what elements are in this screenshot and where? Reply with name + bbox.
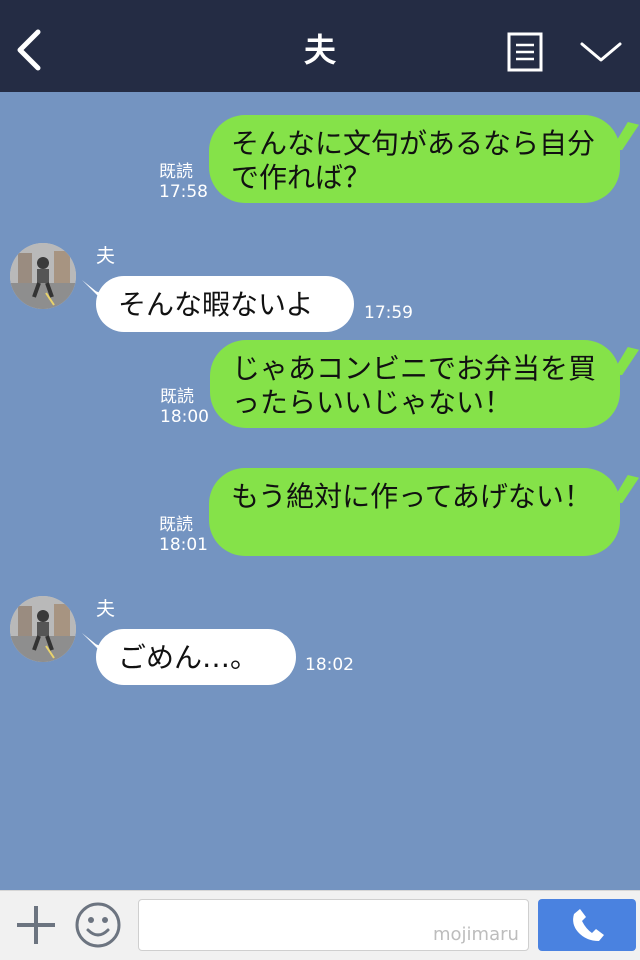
their-message-bubble[interactable]: そんな暇ないよ xyxy=(96,276,354,332)
chat-header: 夫 xyxy=(0,0,640,92)
avatar[interactable] xyxy=(10,243,76,309)
watermark-text: mojimaru xyxy=(433,924,519,945)
emoji-button[interactable] xyxy=(74,901,122,949)
my-message-bubble[interactable]: そんなに文句があるなら自分で作れば？ xyxy=(209,115,620,203)
sender-name: 夫 xyxy=(96,598,116,620)
plus-icon xyxy=(17,906,55,944)
smiley-icon xyxy=(75,902,121,948)
memo-icon xyxy=(507,32,543,72)
avatar[interactable] xyxy=(10,596,76,662)
collapse-button[interactable] xyxy=(578,36,624,68)
message-time: 17:58 xyxy=(159,182,208,202)
message-composer: mojimaru xyxy=(0,890,640,960)
my-message-bubble[interactable]: じゃあコンビニでお弁当を買ったらいいじゃない！ xyxy=(210,340,620,428)
avatar-photo-icon xyxy=(10,596,76,662)
read-label: 既読 xyxy=(159,515,193,535)
read-receipt: 既読 18:01 xyxy=(159,515,208,555)
read-label: 既読 xyxy=(159,162,193,182)
add-button[interactable] xyxy=(14,903,58,947)
chevron-down-icon xyxy=(580,42,622,62)
avatar-photo-icon xyxy=(10,243,76,309)
sender-name: 夫 xyxy=(96,245,116,267)
chat-title: 夫 xyxy=(303,31,336,69)
memo-button[interactable] xyxy=(507,32,543,72)
chevron-left-icon xyxy=(17,29,41,71)
read-receipt: 既読 17:58 xyxy=(159,162,208,202)
my-message-bubble[interactable]: もう絶対に作ってあげない！ xyxy=(209,468,620,556)
phone-icon xyxy=(573,909,604,941)
message-time: 18:00 xyxy=(160,407,209,427)
chat-area[interactable]: 既読 17:58 そんなに文句があるなら自分で作れば？ 夫 そんな暇ないよ 17… xyxy=(0,92,640,890)
message-time: 17:59 xyxy=(364,303,413,323)
message-time: 18:02 xyxy=(305,655,354,675)
call-button[interactable] xyxy=(538,899,636,951)
read-label: 既読 xyxy=(160,387,194,407)
message-time: 18:01 xyxy=(159,535,208,555)
their-message-bubble[interactable]: ごめん…。 xyxy=(96,629,296,685)
read-receipt: 既読 18:00 xyxy=(160,387,209,427)
back-button[interactable] xyxy=(12,28,48,72)
